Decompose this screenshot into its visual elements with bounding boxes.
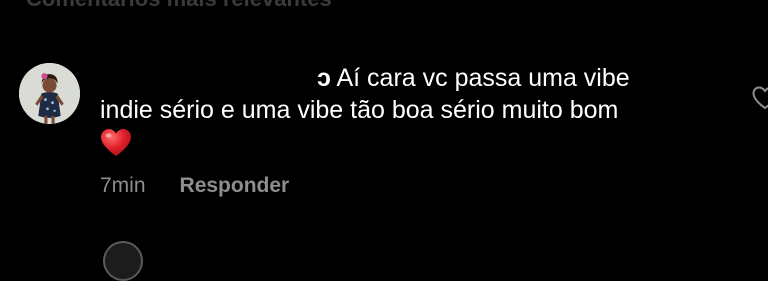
section-header: Comentários mais relevantes — [26, 0, 332, 12]
comment-body: ɔ Aí cara vc passa uma vibe indie sério … — [100, 62, 720, 162]
avatar-photo — [19, 63, 80, 124]
red-heart-emoji — [100, 128, 132, 158]
comment-text-line-1: Aí cara vc passa uma vibe — [336, 64, 630, 92]
comment-text-line-2: indie sério e uma vibe tão boa sério mui… — [100, 96, 619, 124]
reply-button[interactable]: Responder — [180, 174, 290, 198]
heart-outline-icon[interactable] — [752, 86, 768, 110]
comment-timestamp: 7min — [100, 174, 146, 197]
username[interactable]: ɔ — [317, 64, 331, 92]
comment-first-line: ɔ Aí cara vc passa uma vibe — [100, 62, 720, 94]
avatar[interactable] — [19, 63, 80, 124]
next-comment-avatar[interactable] — [103, 241, 143, 281]
comment-emoji-line — [100, 126, 720, 162]
comment-meta: 7min Responder — [100, 174, 289, 198]
